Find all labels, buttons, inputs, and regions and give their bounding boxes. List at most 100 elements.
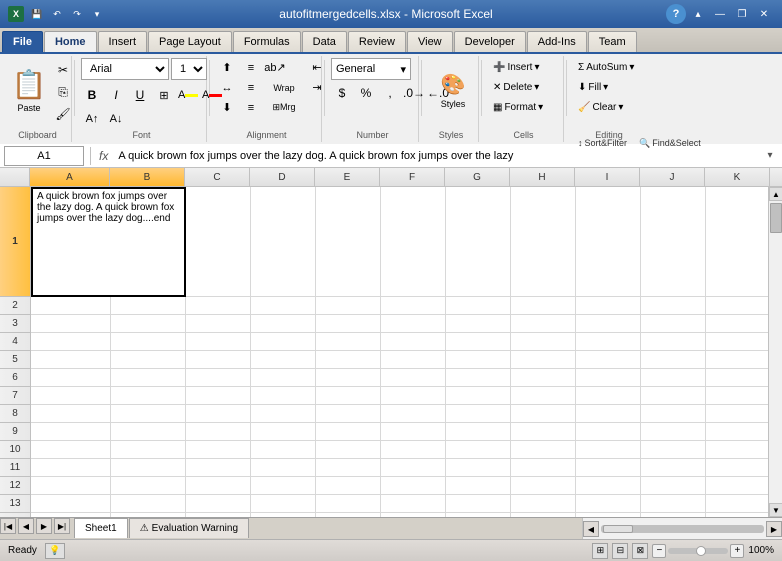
cell-g1[interactable]	[446, 187, 511, 297]
tab-data[interactable]: Data	[302, 31, 347, 52]
customize-quick-btn[interactable]: ▾	[88, 5, 106, 23]
cell-a3[interactable]	[31, 315, 111, 333]
help-button[interactable]: ?	[666, 4, 686, 24]
cell-e12[interactable]	[316, 477, 381, 495]
cell-g7[interactable]	[446, 387, 511, 405]
cell-e11[interactable]	[316, 459, 381, 477]
cell-g6[interactable]	[446, 369, 511, 387]
cell-j1[interactable]	[641, 187, 706, 297]
tab-team[interactable]: Team	[588, 31, 637, 52]
cell-k11[interactable]	[706, 459, 768, 477]
cell-b9[interactable]	[111, 423, 186, 441]
col-header-f[interactable]: F	[380, 168, 445, 186]
copy-button[interactable]: ⎘	[52, 82, 74, 102]
row-header-1[interactable]: 1	[0, 187, 30, 297]
align-left-btn[interactable]: ≡	[240, 58, 262, 77]
cell-k7[interactable]	[706, 387, 768, 405]
tab-insert[interactable]: Insert	[98, 31, 148, 52]
tab-addins[interactable]: Add-Ins	[527, 31, 587, 52]
cell-k10[interactable]	[706, 441, 768, 459]
cell-h6[interactable]	[511, 369, 576, 387]
cell-j5[interactable]	[641, 351, 706, 369]
tab-page-layout[interactable]: Page Layout	[148, 31, 232, 52]
row-header-7[interactable]: 7	[0, 387, 30, 405]
cell-g9[interactable]	[446, 423, 511, 441]
cell-d3[interactable]	[251, 315, 316, 333]
status-icon-btn[interactable]: 💡	[45, 543, 65, 559]
cell-d7[interactable]	[251, 387, 316, 405]
cell-f3[interactable]	[381, 315, 446, 333]
row-header-9[interactable]: 9	[0, 423, 30, 441]
cell-b13[interactable]	[111, 495, 186, 513]
cell-b5[interactable]	[111, 351, 186, 369]
cell-f6[interactable]	[381, 369, 446, 387]
cell-a9[interactable]	[31, 423, 111, 441]
cell-d9[interactable]	[251, 423, 316, 441]
col-header-g[interactable]: G	[445, 168, 510, 186]
cell-i13[interactable]	[576, 495, 641, 513]
name-box[interactable]	[4, 146, 84, 166]
cell-d6[interactable]	[251, 369, 316, 387]
col-header-d[interactable]: D	[250, 168, 315, 186]
cell-b4[interactable]	[111, 333, 186, 351]
page-layout-view-btn[interactable]: ⊟	[612, 543, 628, 559]
cell-h9[interactable]	[511, 423, 576, 441]
col-header-k[interactable]: K	[705, 168, 770, 186]
col-header-e[interactable]: E	[315, 168, 380, 186]
wrap-text-btn[interactable]: Wrap	[264, 78, 304, 97]
align-center-btn[interactable]: ≡	[240, 78, 262, 97]
h-scroll-right-btn[interactable]: ▶	[766, 521, 782, 537]
cell-a11[interactable]	[31, 459, 111, 477]
cell-k12[interactable]	[706, 477, 768, 495]
cell-j3[interactable]	[641, 315, 706, 333]
cell-i10[interactable]	[576, 441, 641, 459]
cell-h3[interactable]	[511, 315, 576, 333]
cell-k13[interactable]	[706, 495, 768, 513]
cell-d12[interactable]	[251, 477, 316, 495]
redo-quick-btn[interactable]: ↷	[68, 5, 86, 23]
scroll-up-btn[interactable]: ▲	[769, 187, 782, 201]
cell-k5[interactable]	[706, 351, 768, 369]
fill-color-button[interactable]: A	[177, 84, 199, 106]
row-header-2[interactable]: 2	[0, 297, 30, 315]
cell-e4[interactable]	[316, 333, 381, 351]
cell-f10[interactable]	[381, 441, 446, 459]
ribbon-toggle-btn[interactable]: ▴	[688, 5, 708, 23]
cell-i5[interactable]	[576, 351, 641, 369]
v-scroll-track[interactable]	[769, 201, 782, 503]
font-name-select[interactable]: Arial	[81, 58, 169, 80]
cell-c6[interactable]	[186, 369, 251, 387]
cell-j8[interactable]	[641, 405, 706, 423]
cell-i3[interactable]	[576, 315, 641, 333]
zoom-out-btn[interactable]: −	[652, 544, 666, 558]
h-scrollbar[interactable]: ◀ ▶	[582, 518, 782, 540]
cell-a1[interactable]: A quick brown fox jumps over the lazy do…	[31, 187, 186, 297]
h-scroll-thumb[interactable]	[603, 525, 633, 533]
cell-a4[interactable]	[31, 333, 111, 351]
cell-d8[interactable]	[251, 405, 316, 423]
sheet-nav-prev[interactable]: ◀	[18, 518, 34, 534]
row-header-5[interactable]: 5	[0, 351, 30, 369]
cell-b10[interactable]	[111, 441, 186, 459]
cell-g4[interactable]	[446, 333, 511, 351]
paste-button[interactable]: 📋 Paste	[8, 58, 50, 122]
cell-g5[interactable]	[446, 351, 511, 369]
cell-j12[interactable]	[641, 477, 706, 495]
format-painter-button[interactable]: 🖌	[52, 104, 74, 124]
normal-view-btn[interactable]: ⊞	[592, 543, 608, 559]
cell-b3[interactable]	[111, 315, 186, 333]
font-size-select[interactable]: 10	[171, 58, 207, 80]
undo-quick-btn[interactable]: ↶	[48, 5, 66, 23]
cell-i11[interactable]	[576, 459, 641, 477]
cell-e9[interactable]	[316, 423, 381, 441]
cell-f7[interactable]	[381, 387, 446, 405]
decrease-indent-btn[interactable]: ⇤	[306, 58, 328, 77]
orientation-btn[interactable]: ab↗	[264, 58, 286, 77]
restore-btn[interactable]: ❐	[732, 5, 752, 23]
cell-b2[interactable]	[111, 297, 186, 315]
h-scroll-left-btn[interactable]: ◀	[583, 521, 599, 537]
cell-e10[interactable]	[316, 441, 381, 459]
align-right-btn[interactable]: ≡	[240, 98, 262, 117]
col-header-j[interactable]: J	[640, 168, 705, 186]
cell-h4[interactable]	[511, 333, 576, 351]
